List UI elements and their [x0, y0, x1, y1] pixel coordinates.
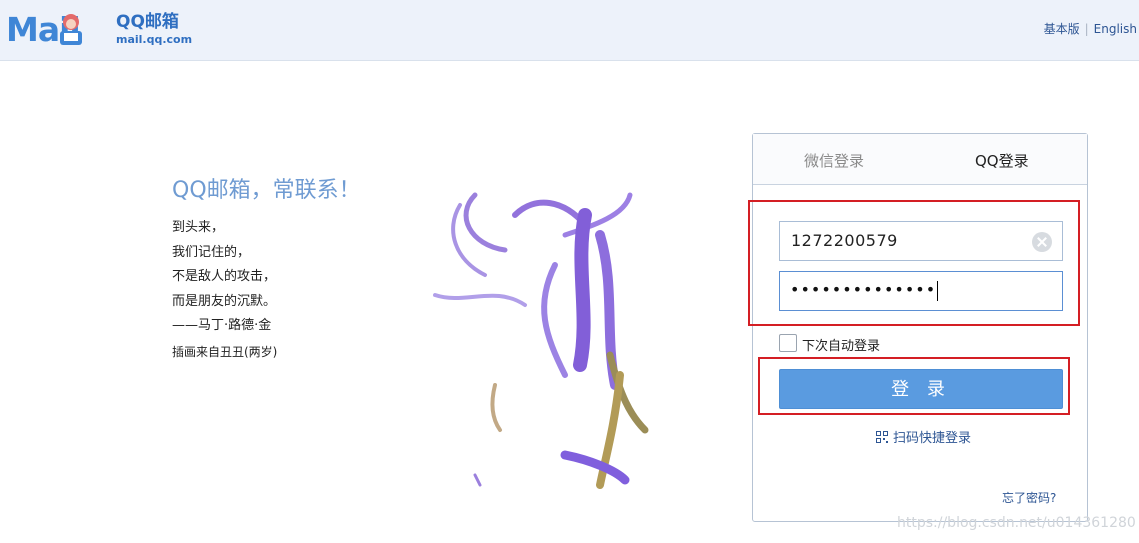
quote-block: 到头来， 我们记住的， 不是敌人的攻击， 而是朋友的沉默。 ——马丁·路德·金 [172, 216, 276, 339]
highlight-box-login-button [758, 357, 1070, 415]
quote-line: 而是朋友的沉默。 [172, 293, 277, 309]
qq-mail-logo[interactable]: Mail QQ邮箱 mail.qq.com [6, 10, 192, 50]
slogan-heading: QQ邮箱，常联系！ [172, 178, 361, 203]
qr-code-icon [876, 431, 888, 443]
quote-line: 不是敌人的攻击， [172, 269, 277, 284]
english-link[interactable]: English [1094, 22, 1137, 36]
illustration-credit: 插画来自丑丑(两岁) [172, 345, 278, 359]
link-separator: | [1084, 22, 1089, 36]
remember-checkbox[interactable] [779, 334, 797, 352]
top-header: Mail QQ邮箱 mail.qq.com 基本版 | English [0, 0, 1139, 61]
child-painting-illustration [433, 192, 649, 489]
logo-url-text: mail.qq.com [116, 33, 193, 46]
tab-wechat-login[interactable]: 微信登录 [804, 150, 864, 171]
logo-mascot-icon [60, 14, 82, 45]
login-panel: 微信登录 QQ登录 [752, 133, 1088, 522]
quote-line: 到头来， [172, 220, 225, 235]
quote-line: 我们记住的， [172, 244, 251, 260]
remember-label[interactable]: 下次自动登录 [802, 335, 880, 354]
watermark-text: https://blog.csdn.net/u014361280 [897, 515, 1136, 531]
tab-qq-login[interactable]: QQ登录 [975, 150, 1029, 171]
highlight-box-credentials [748, 200, 1080, 326]
forgot-password-link[interactable]: 忘了密码? [1002, 489, 1056, 506]
logo-cn-text: QQ邮箱 [116, 12, 179, 32]
header-links: 基本版 | English [1044, 20, 1137, 37]
scan-login-label: 扫码快捷登录 [893, 431, 972, 446]
login-tabs: 微信登录 QQ登录 [753, 134, 1087, 185]
scan-login-link[interactable]: 扫码快捷登录 [876, 427, 971, 446]
quote-author: ——马丁·路德·金 [172, 318, 272, 333]
basic-version-link[interactable]: 基本版 [1044, 22, 1080, 36]
